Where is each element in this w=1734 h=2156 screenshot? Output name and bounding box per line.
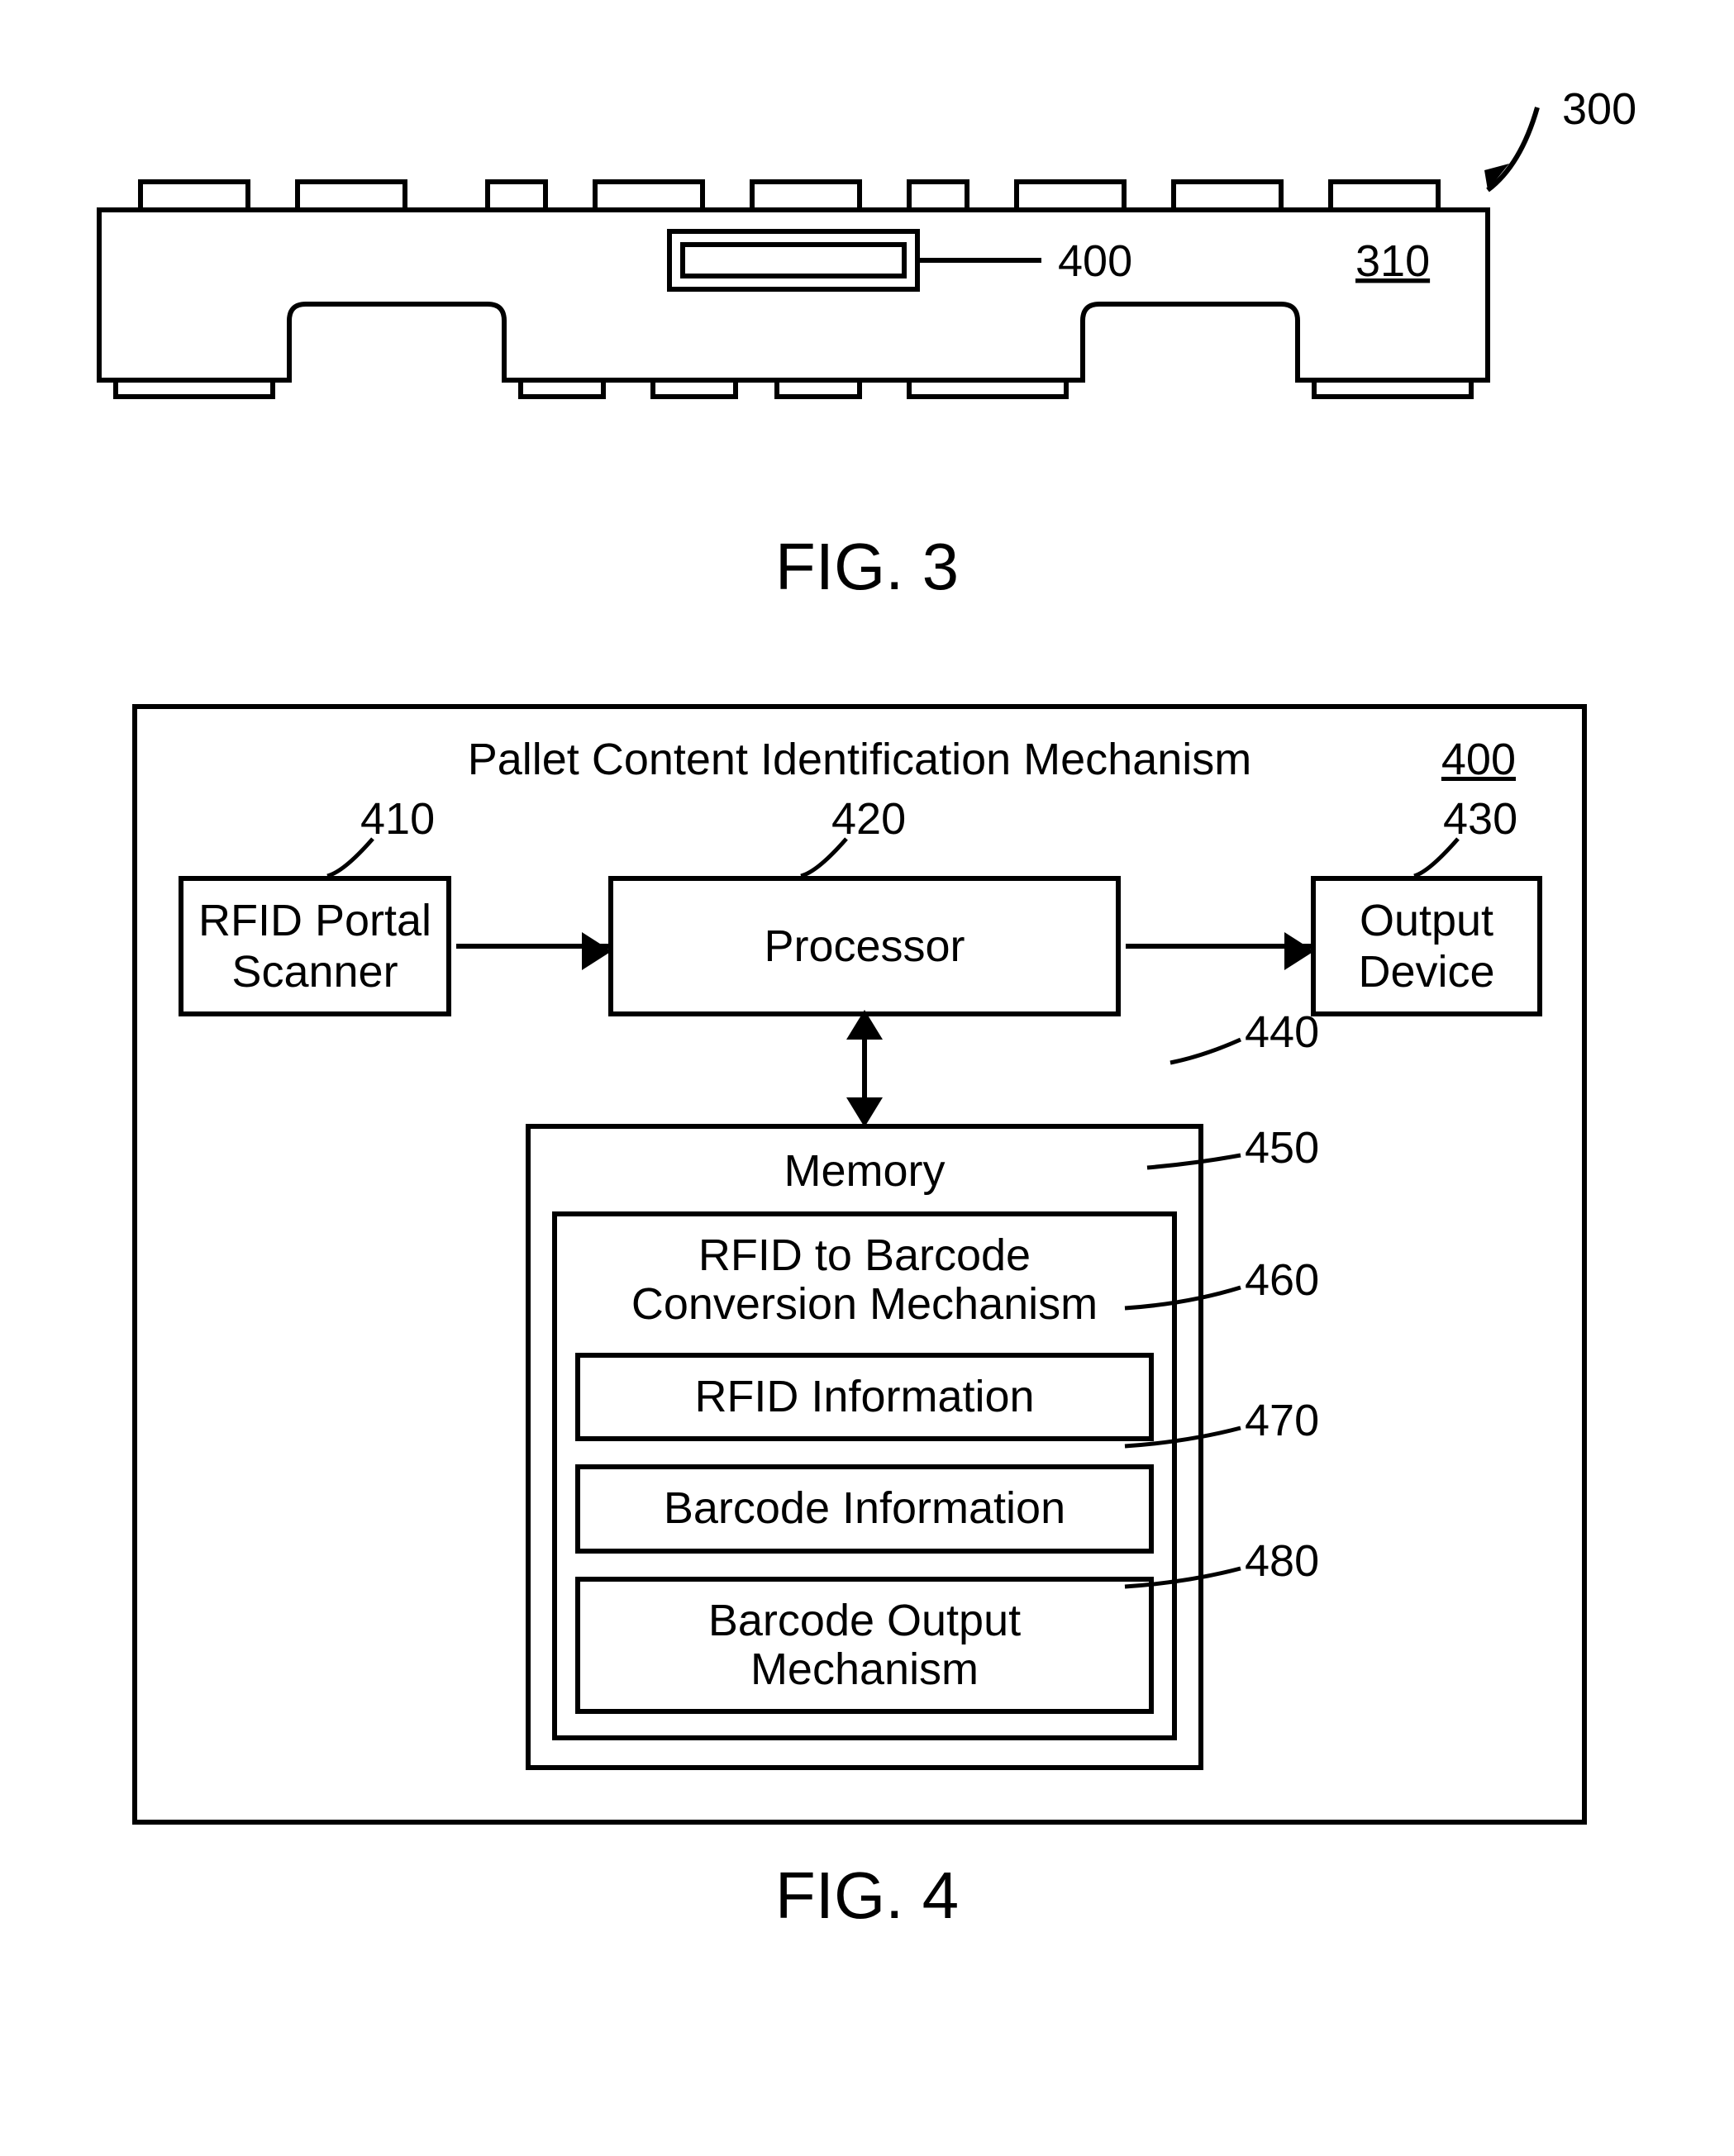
barcode-info-label: Barcode Information (664, 1483, 1065, 1533)
rfid-info-box: RFID Information (575, 1353, 1154, 1441)
barcode-output-box: Barcode Output Mechanism (575, 1577, 1154, 1715)
figure-4: Pallet Content Identification Mechanism … (33, 704, 1686, 1825)
memory-box: Memory RFID to Barcode Conversion Mechan… (526, 1124, 1203, 1770)
ref-300-text: 300 (1562, 84, 1636, 134)
conversion-label: RFID to Barcode Conversion Mechanism (575, 1231, 1154, 1330)
ref-310-text: 310 (1355, 236, 1430, 286)
conversion-box: RFID to Barcode Conversion Mechanism RFI… (552, 1211, 1177, 1740)
figure-3: 300 400 310 (33, 83, 1686, 496)
pallet-drawing: 300 400 310 (33, 83, 1686, 496)
memory-label: Memory (552, 1145, 1177, 1197)
barcode-info-box: Barcode Information (575, 1464, 1154, 1553)
fig3-caption: FIG. 3 (33, 529, 1701, 605)
fig4-caption: FIG. 4 (33, 1858, 1701, 1934)
rfid-info-label: RFID Information (694, 1372, 1034, 1421)
barcode-output-label: Barcode Output Mechanism (708, 1596, 1021, 1694)
mechanism-container: Pallet Content Identification Mechanism … (132, 704, 1587, 1825)
ref-400-text: 400 (1058, 236, 1132, 286)
memory-wrap: Memory RFID to Barcode Conversion Mechan… (526, 1124, 1203, 1770)
page: 300 400 310 FIG. 3 Pallet Content Identi… (33, 83, 1701, 1934)
